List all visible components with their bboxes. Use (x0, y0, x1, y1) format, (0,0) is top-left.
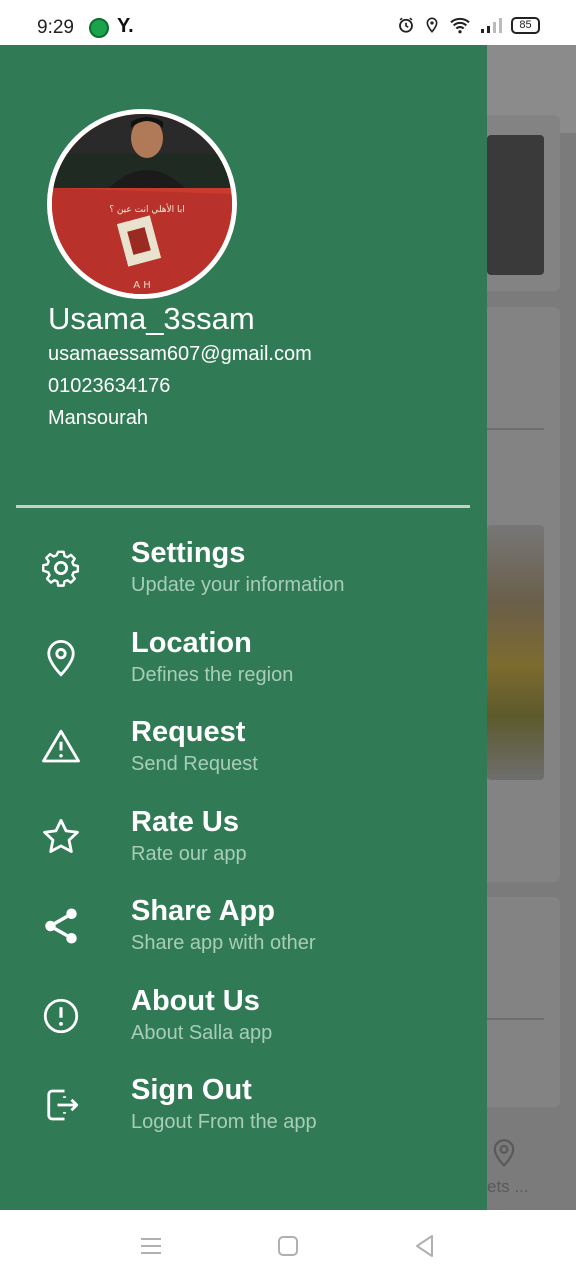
share-icon (45, 908, 77, 944)
background-nav-label: ets ... (487, 1177, 529, 1196)
back-triangle-icon[interactable] (411, 1232, 439, 1260)
home-square-icon[interactable] (274, 1232, 302, 1260)
location-pin-icon (47, 639, 75, 677)
menu-item-subtitle: Share app with other (131, 932, 316, 954)
menu-item-settings[interactable]: Settings Update your information (0, 537, 487, 617)
location-status-icon (426, 17, 438, 33)
menu-item-location[interactable]: Location Defines the region (0, 627, 487, 707)
avatar-photo: ابا الأهلي انت عين ؟ A H (52, 114, 232, 294)
navigation-drawer: ابا الأهلي انت عين ؟ A H Usama_3ssam usa… (0, 45, 487, 1210)
menu-item-title: Settings (131, 537, 246, 569)
menu-item-title: Rate Us (131, 806, 239, 838)
avatar[interactable]: ابا الأهلي انت عين ؟ A H (47, 109, 237, 299)
menu-item-title: Location (131, 627, 252, 659)
menu-item-title: Sign Out (131, 1074, 252, 1106)
menu-item-subtitle: Update your information (131, 574, 345, 596)
profile-email: usamaessam607@gmail.com (48, 343, 312, 365)
menu-item-share-app[interactable]: Share App Share app with other (0, 895, 487, 975)
menu-item-title: About Us (131, 985, 260, 1017)
menu-item-rate-us[interactable]: Rate Us Rate our app (0, 806, 487, 886)
menu-item-subtitle: Logout From the app (131, 1111, 317, 1133)
background-stadium-image (487, 525, 544, 780)
background-divider (487, 428, 544, 430)
background-card-image (487, 135, 544, 275)
background-divider (487, 1018, 544, 1020)
menu-item-subtitle: Rate our app (131, 843, 247, 865)
gear-icon (42, 550, 80, 587)
background-location-icon (493, 1139, 515, 1168)
whatsapp-icon (89, 18, 109, 38)
menu-item-about-us[interactable]: About Us About Salla app (0, 985, 487, 1065)
status-bar: 9:29 Y. 85 (0, 0, 576, 45)
menu-item-subtitle: Defines the region (131, 664, 294, 686)
menu-item-title: Share App (131, 895, 275, 927)
menu-item-title: Request (131, 716, 246, 748)
menu-item-sign-out[interactable]: Sign Out Logout From the app (0, 1074, 487, 1154)
warning-icon (42, 729, 80, 763)
profile-city: Mansourah (48, 407, 149, 429)
info-icon (43, 998, 79, 1034)
menu-item-subtitle: About Salla app (131, 1022, 273, 1044)
menu-item-request[interactable]: Request Send Request (0, 716, 487, 796)
battery-icon: 85 (511, 16, 540, 34)
alarm-icon (399, 17, 413, 33)
wifi-icon (450, 17, 470, 34)
logout-icon (47, 1089, 79, 1121)
profile-name: Usama_3ssam (48, 301, 255, 336)
profile-phone: 01023634176 (48, 375, 171, 397)
signal-icon (481, 18, 502, 33)
menu-item-subtitle: Send Request (131, 753, 258, 775)
drawer-divider (16, 505, 470, 508)
carrier-icon: Y. (117, 15, 134, 37)
system-navigation-bar (0, 1210, 576, 1280)
recents-menu-icon[interactable] (137, 1232, 165, 1260)
star-icon (43, 818, 79, 853)
svg-text:ابا الأهلي انت عين ؟: ابا الأهلي انت عين ؟ (109, 203, 185, 215)
status-icons: 85 (397, 16, 540, 34)
svg-text:A H: A H (133, 280, 151, 291)
status-time: 9:29 (37, 17, 74, 38)
